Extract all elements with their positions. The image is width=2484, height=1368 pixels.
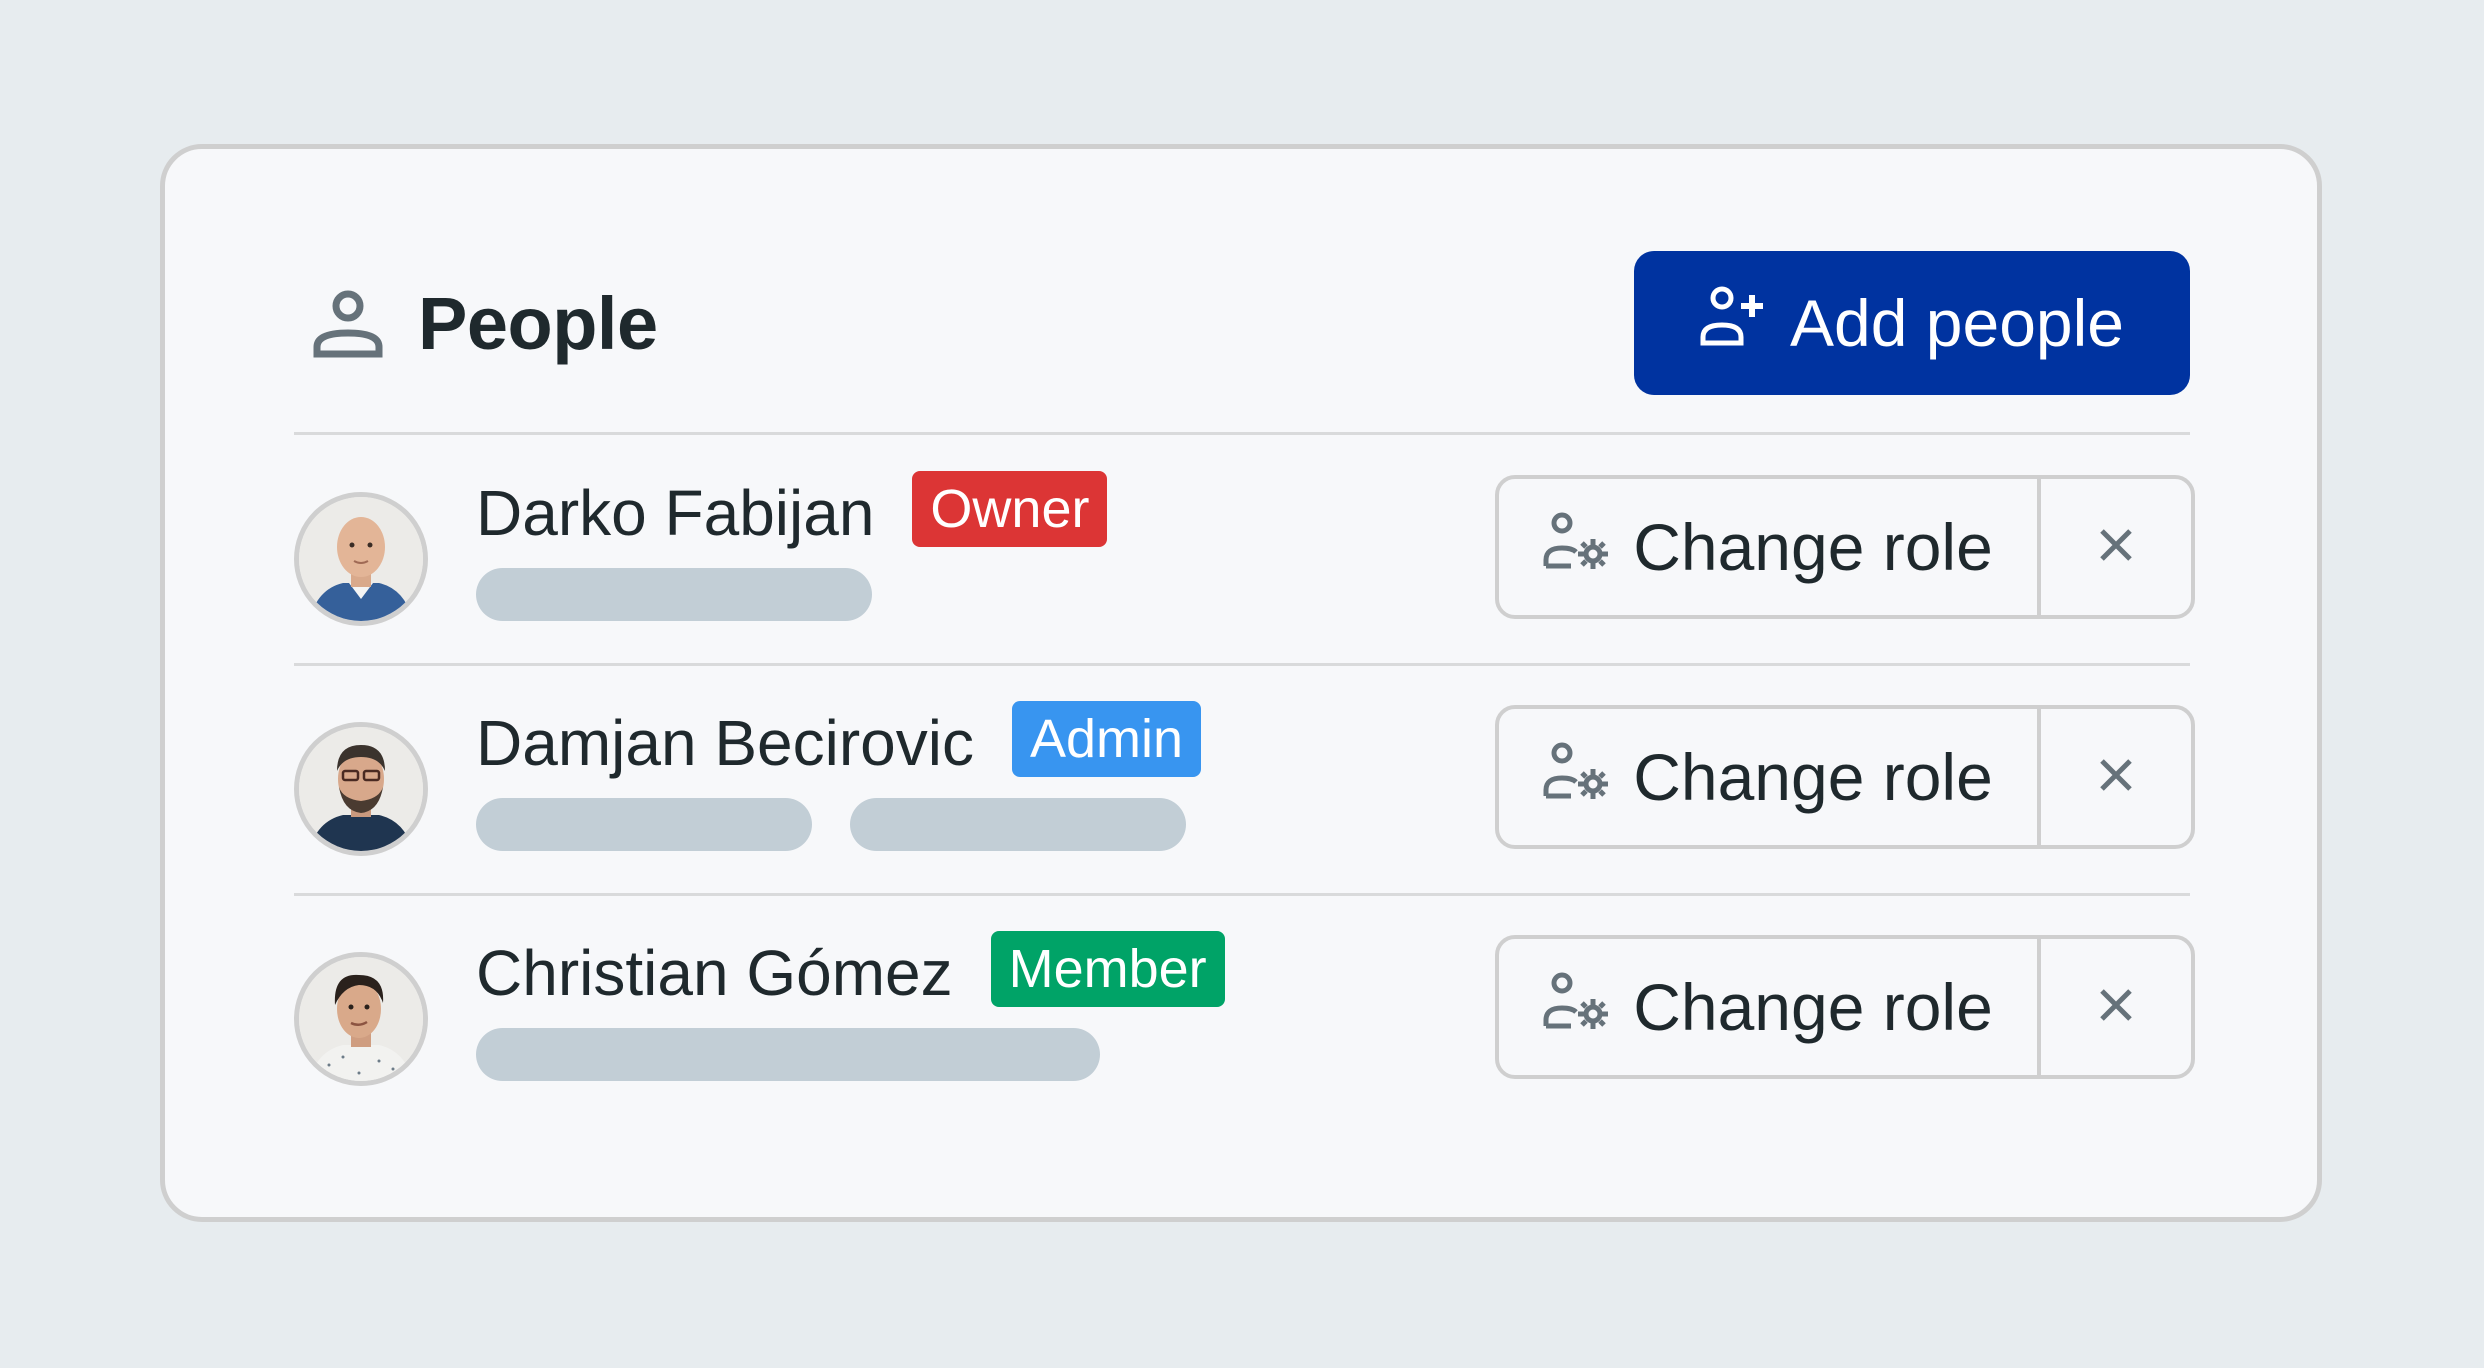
close-icon	[2098, 527, 2134, 568]
close-icon	[2098, 987, 2134, 1028]
skeleton-bar	[476, 568, 872, 621]
skeleton-bar	[476, 798, 812, 851]
skeleton-placeholders	[476, 1028, 1100, 1081]
person-row: Damjan Becirovic Admin Change role	[165, 665, 2317, 895]
change-role-button[interactable]: Change role	[1499, 939, 2041, 1075]
avatar	[294, 492, 428, 626]
person-icon	[313, 289, 383, 359]
add-people-button[interactable]: Add people	[1634, 251, 2190, 395]
role-actions: Change role	[1495, 935, 2195, 1079]
person-name-row: Christian Gómez Member	[476, 931, 1225, 1013]
add-people-label: Add people	[1790, 286, 2124, 360]
remove-person-button[interactable]	[2041, 939, 2191, 1075]
person-gear-icon	[1543, 739, 1611, 815]
skeleton-placeholders	[476, 798, 1186, 851]
change-role-label: Change role	[1633, 970, 1993, 1044]
skeleton-bar	[476, 1028, 1100, 1081]
person-name: Damjan Becirovic	[476, 707, 974, 779]
role-badge-admin: Admin	[1011, 701, 1201, 777]
page-title: People	[418, 282, 658, 365]
person-gear-icon	[1543, 969, 1611, 1045]
person-name-row: Damjan Becirovic Admin	[476, 701, 1201, 783]
person-row: Christian Gómez Member Change role	[165, 895, 2317, 1125]
person-name: Darko Fabijan	[476, 477, 875, 549]
change-role-button[interactable]: Change role	[1499, 709, 2041, 845]
person-name: Christian Gómez	[476, 937, 953, 1009]
role-actions: Change role	[1495, 705, 2195, 849]
change-role-label: Change role	[1633, 740, 1993, 814]
skeleton-placeholders	[476, 568, 872, 621]
person-row: Darko Fabijan Owner Change role	[165, 435, 2317, 665]
skeleton-bar	[850, 798, 1186, 851]
avatar	[294, 952, 428, 1086]
role-actions: Change role	[1495, 475, 2195, 619]
close-icon	[2098, 757, 2134, 798]
person-name-row: Darko Fabijan Owner	[476, 471, 1108, 553]
remove-person-button[interactable]	[2041, 709, 2191, 845]
change-role-label: Change role	[1633, 510, 1993, 584]
avatar	[294, 722, 428, 856]
change-role-button[interactable]: Change role	[1499, 479, 2041, 615]
remove-person-button[interactable]	[2041, 479, 2191, 615]
person-add-icon	[1700, 285, 1768, 362]
role-badge-member: Member	[990, 931, 1225, 1007]
people-card: People Add people Darko Fabijan Owner Ch…	[160, 144, 2322, 1222]
person-gear-icon	[1543, 509, 1611, 585]
role-badge-owner: Owner	[912, 471, 1108, 547]
